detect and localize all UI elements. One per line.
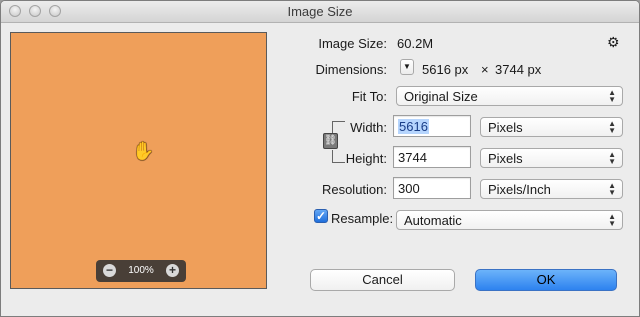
- image-size-value: 60.2M: [397, 36, 434, 51]
- dimensions-times: ×: [481, 62, 489, 77]
- width-value: 5616: [398, 119, 429, 134]
- image-size-dialog: Image Size ✋ − 100% + Image Size: 60.2M …: [0, 0, 640, 317]
- resolution-input[interactable]: 300: [393, 177, 471, 199]
- resolution-unit-value: Pixels/Inch: [488, 182, 551, 197]
- cancel-button[interactable]: Cancel: [310, 269, 455, 291]
- zoom-out-button[interactable]: −: [103, 264, 116, 277]
- dimensions-label: Dimensions:: [315, 62, 387, 77]
- width-unit-value: Pixels: [488, 120, 523, 135]
- width-input[interactable]: 5616: [393, 115, 471, 137]
- ok-button[interactable]: OK: [475, 269, 617, 291]
- select-arrows-icon: ▲ ▼: [608, 88, 616, 104]
- select-arrows-icon: ▲ ▼: [608, 150, 616, 166]
- height-unit-select[interactable]: Pixels ▲ ▼: [480, 148, 623, 168]
- hand-cursor-icon: ✋: [132, 141, 155, 161]
- resample-label: Resample:: [331, 211, 394, 226]
- image-size-label: Image Size:: [318, 36, 387, 51]
- width-unit-select[interactable]: Pixels ▲ ▼: [480, 117, 623, 137]
- fit-to-select[interactable]: Original Size ▲ ▼: [396, 86, 623, 106]
- resolution-value: 300: [398, 181, 420, 196]
- dimensions-width-value: 5616 px: [422, 62, 469, 77]
- gear-icon[interactable]: ⚙: [607, 34, 620, 51]
- resolution-label: Resolution:: [321, 182, 387, 197]
- resolution-unit-select[interactable]: Pixels/Inch ▲ ▼: [480, 179, 623, 199]
- zoom-in-button[interactable]: +: [166, 264, 179, 277]
- height-unit-value: Pixels: [488, 151, 523, 166]
- window-title: Image Size: [287, 4, 353, 19]
- height-label: Height:: [345, 151, 387, 166]
- resample-method-select[interactable]: Automatic ▲ ▼: [396, 210, 623, 230]
- zoom-control: − 100% +: [96, 260, 186, 282]
- select-arrows-icon: ▲ ▼: [608, 181, 616, 197]
- title-bar: Image Size: [1, 1, 639, 23]
- select-arrows-icon: ▲ ▼: [608, 119, 616, 135]
- resample-checkbox[interactable]: ✓: [314, 209, 328, 223]
- height-value: 3744: [398, 150, 427, 165]
- select-arrows-icon: ▲ ▼: [608, 212, 616, 228]
- dimensions-height-value: 3744 px: [495, 62, 542, 77]
- resample-method-value: Automatic: [404, 213, 462, 228]
- dimensions-unit-dropdown[interactable]: ▼: [400, 59, 414, 75]
- fit-to-label: Fit To:: [351, 89, 387, 104]
- height-input[interactable]: 3744: [393, 146, 471, 168]
- image-preview[interactable]: ✋ − 100% +: [10, 32, 267, 289]
- zoom-level: 100%: [128, 265, 154, 276]
- fit-to-value: Original Size: [404, 89, 478, 104]
- constrain-proportions-link-icon[interactable]: ⛓: [323, 133, 338, 149]
- width-label: Width:: [350, 120, 387, 135]
